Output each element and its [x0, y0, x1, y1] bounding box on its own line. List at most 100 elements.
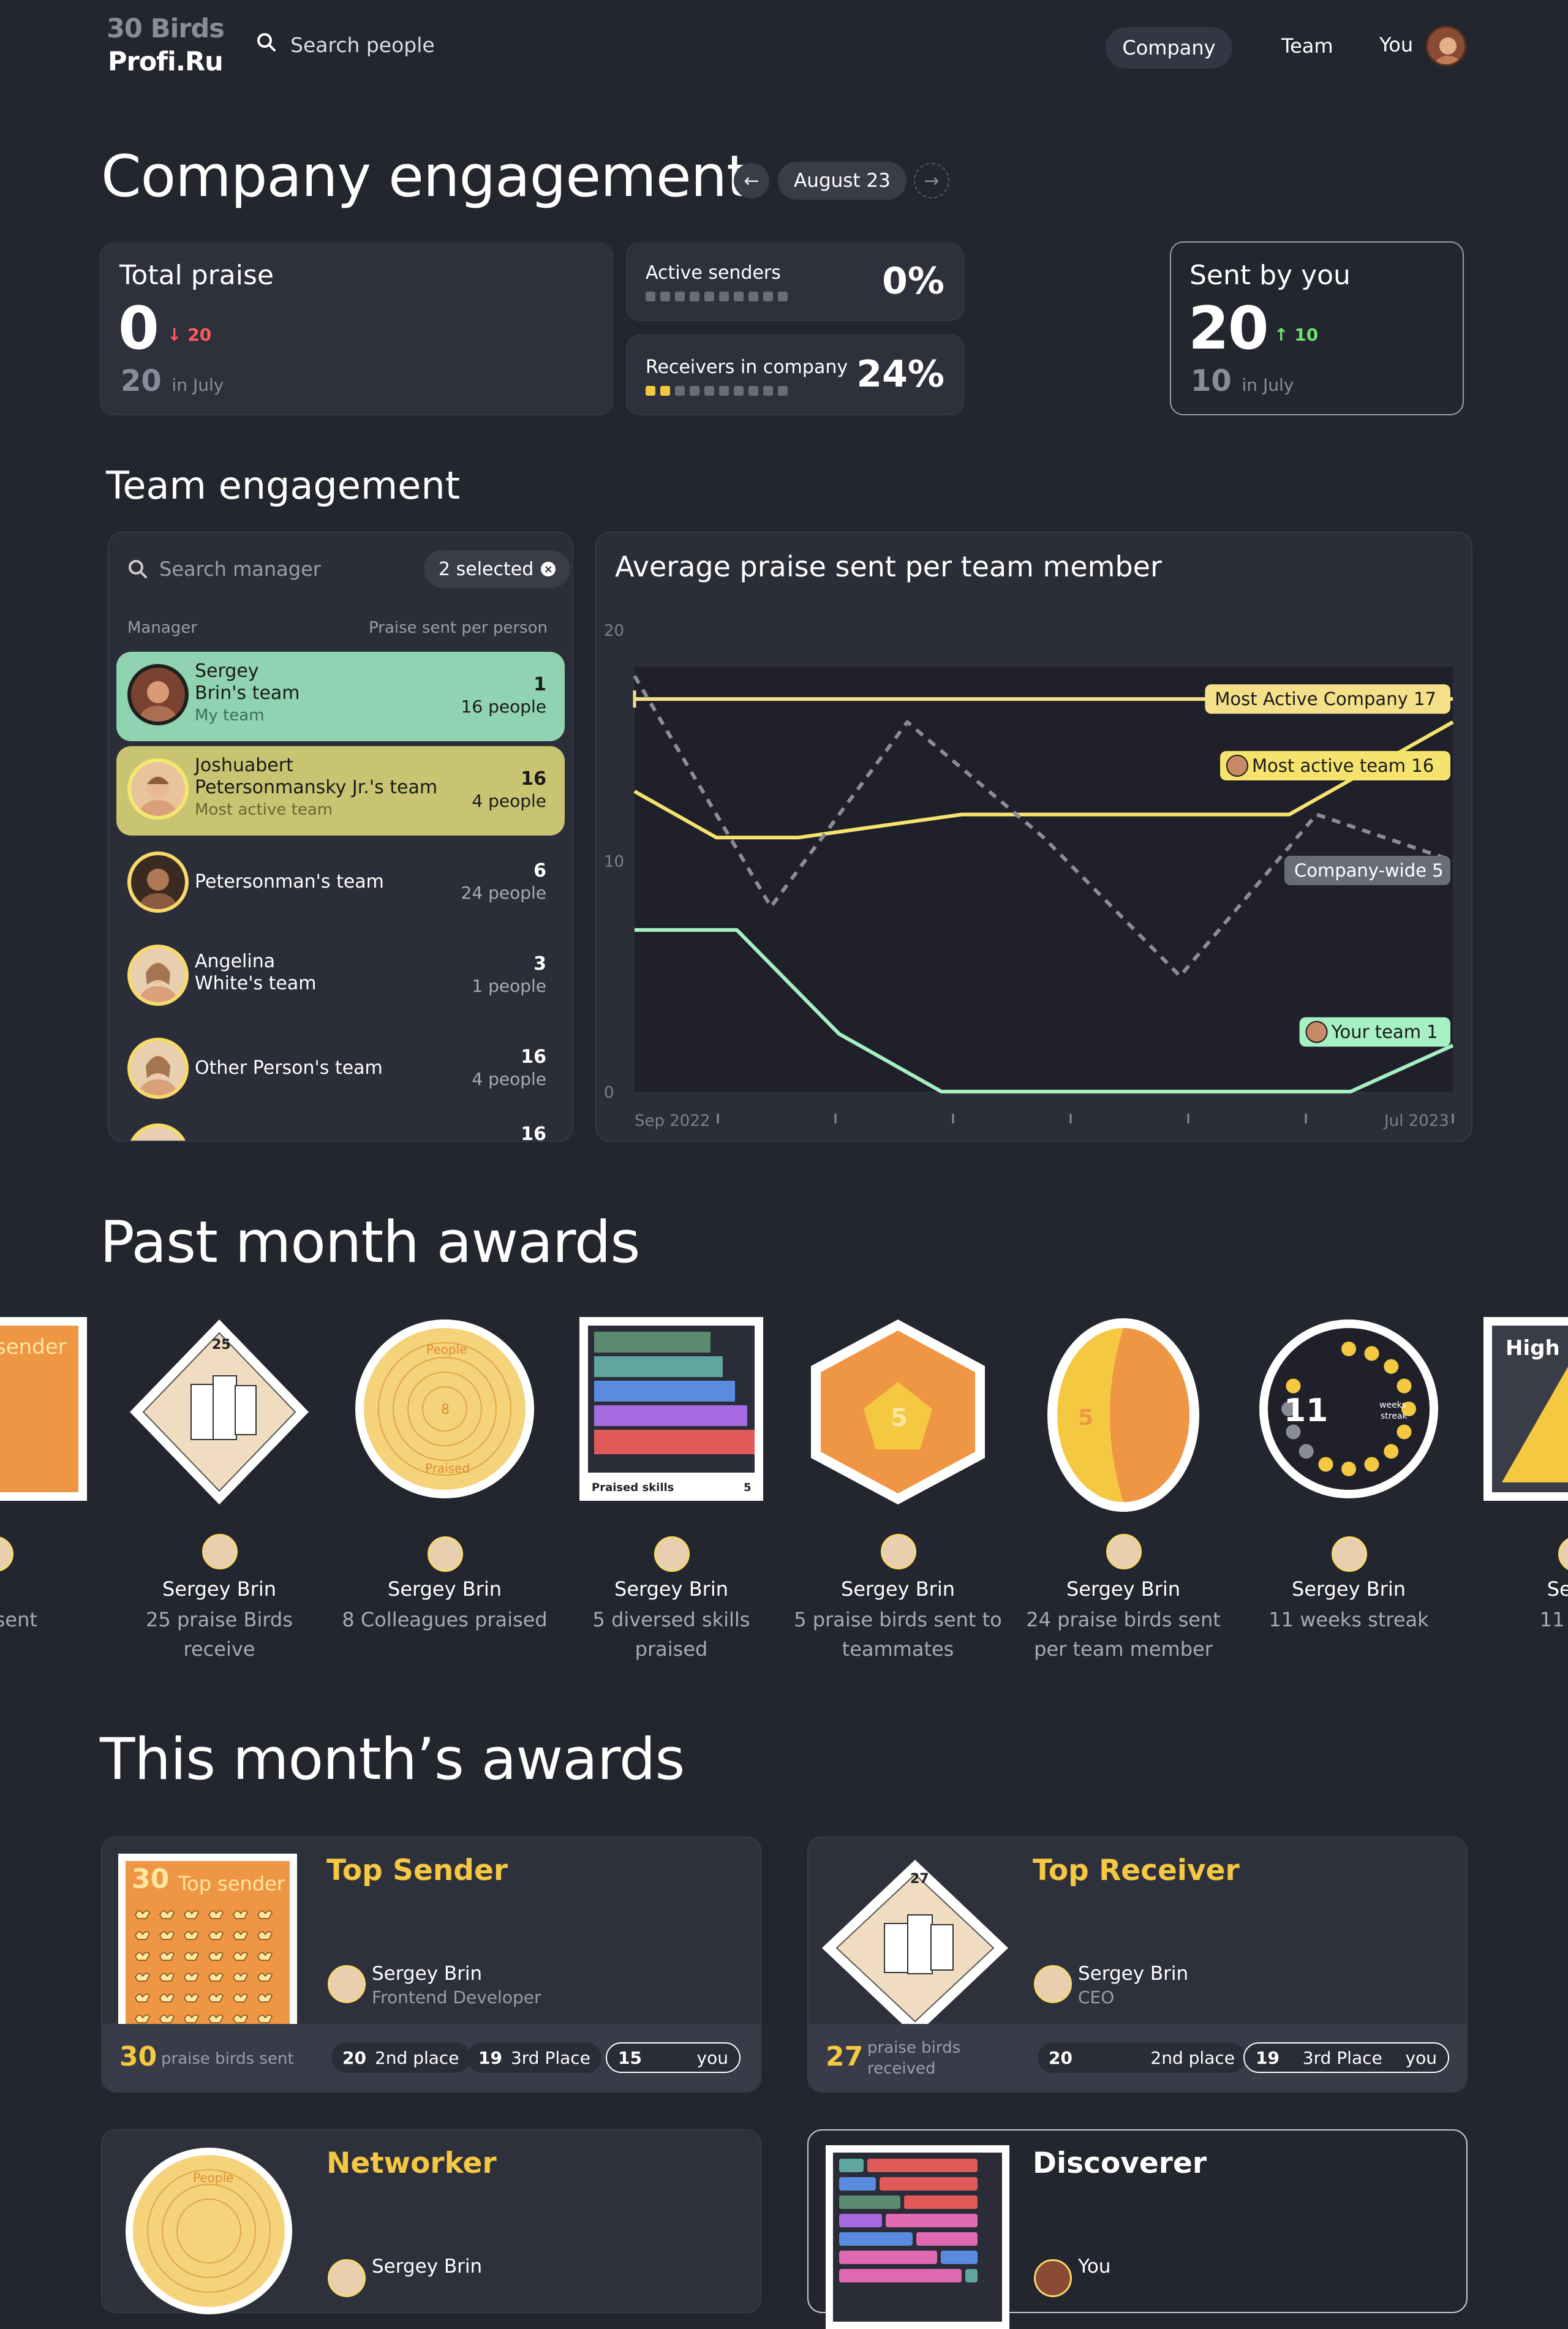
manager-row-angelina[interactable]: Angelina White's team 31 people — [116, 932, 565, 1022]
award-description: 5 praise birds sent to — [794, 1608, 1002, 1631]
manager-avatar — [127, 851, 189, 913]
past-award-oval[interactable]: 5 Sergey Brin 24 praise birds sent per team… — [1026, 1317, 1221, 1685]
winner-avatar — [1034, 2259, 1072, 2297]
bird-icon — [206, 1927, 225, 1942]
people-count: 16 people — [461, 696, 546, 717]
user-avatar[interactable] — [1426, 26, 1466, 66]
top-sender-stamp: 30 Top sender — [118, 1854, 297, 2033]
bird-icon — [206, 1969, 225, 1984]
manager-search[interactable]: Search manager — [127, 557, 321, 581]
past-award-diamond[interactable]: 25 Sergey Brin 25 praise Birds receive — [127, 1317, 311, 1685]
award-stamp: High — [1483, 1317, 1568, 1503]
award-card-top-sender[interactable]: 30 Top sender Top Sender Sergey Brin Fro… — [101, 1836, 761, 2093]
clear-selection-icon[interactable]: × — [541, 562, 556, 576]
award-stamp: Praised skills 5 — [579, 1317, 763, 1503]
award-description: 25 praise Birds — [146, 1608, 293, 1631]
manager-row-joshuabert[interactable]: Joshuabert Petersonmansky Jr.'s team Most … — [116, 746, 565, 836]
nav-you[interactable]: You — [1379, 33, 1413, 56]
past-award-orange-grid[interactable]: senderirds sent — [0, 1317, 87, 1685]
line-chart: 0 10 20 Sep 2022 Jul 2023 Most Active Company… — [604, 622, 1454, 1130]
x-tick-label: Sep 2022 — [635, 1112, 710, 1130]
manager-name-1: Other Person's team — [195, 1057, 383, 1079]
svg-text:5: 5 — [891, 1404, 908, 1432]
award-card-top-receiver[interactable]: 27 27 Top Receiver Sergey Brin CEO 27 pr… — [807, 1836, 1468, 2093]
skill-bar — [839, 2195, 996, 2209]
manager-search-input[interactable]: Search manager — [159, 557, 321, 581]
receivers-label: Receivers in company — [646, 357, 848, 378]
progress-dot — [646, 386, 655, 396]
bird-icon — [206, 1990, 225, 2004]
manager-name-1: Joshuabert — [195, 755, 293, 776]
manager-name-2: Brin's team — [195, 682, 300, 704]
manager-name-2: Petersonmansky Jr.'s team — [195, 777, 438, 798]
past-award-high[interactable]: High Serge 11 wee — [1483, 1317, 1568, 1685]
stamp-number: 30 — [132, 1863, 170, 1895]
bird-icon — [157, 1906, 176, 1921]
bird-icon — [157, 2010, 176, 2025]
month-selector[interactable]: August 23 — [778, 162, 907, 200]
bird-icon — [255, 1906, 274, 1921]
manager-row-sergey[interactable]: Sergey Brin's team My team 1 16 people — [116, 652, 565, 741]
winner-role: Frontend Developer — [372, 1987, 541, 2007]
logo-line-1: 30 Birds — [107, 13, 225, 44]
manager-row-petersonman[interactable]: Petersonman's team 6 24 people — [116, 839, 565, 929]
award-description: 11 weeks streak — [1268, 1608, 1429, 1631]
nav-team[interactable]: Team — [1281, 34, 1333, 58]
skill-bar — [839, 2232, 996, 2246]
people-search[interactable]: Search people — [256, 32, 435, 58]
progress-dot — [690, 292, 699, 301]
bird-icon — [231, 2010, 249, 2025]
manager-avatar — [127, 1123, 189, 1141]
manager-sub: Most active team — [195, 801, 333, 819]
bird-icon — [133, 1990, 151, 2004]
past-award-bars[interactable]: Praised skills 5 Sergey Brin 5 diversed ski… — [579, 1317, 763, 1685]
manager-row-clipped[interactable]: 16 — [116, 1119, 565, 1141]
award-card-networker[interactable]: People Networker Sergey Brin — [101, 2129, 761, 2314]
past-award-streak[interactable]: 11 weeks streak Sergey Brin 11 weeks streak — [1257, 1317, 1441, 1685]
y-tick-label: 10 — [604, 853, 624, 871]
award-avatar — [202, 1534, 238, 1569]
bird-icon — [157, 1990, 176, 2004]
praise-value: 16 — [521, 1046, 546, 1068]
sent-by-you-delta: ↑ 10 — [1274, 325, 1319, 345]
award-stamp: 5 — [1031, 1317, 1215, 1516]
svg-text:weeks: weeks — [1379, 1400, 1406, 1410]
past-awards-carousel[interactable]: senderirds sent 25 Sergey Brin 25 praise Bi… — [0, 1317, 1568, 1685]
award-card-discoverer[interactable]: Discoverer You — [807, 2129, 1468, 2329]
award-avatar — [654, 1536, 690, 1572]
past-award-circle[interactable]: People Praised 8 Sergey Brin 8 Colleagues pr… — [342, 1317, 548, 1685]
past-award-hexagon[interactable]: 5 Sergey Brin 5 praise birds sent to teamma… — [794, 1317, 1002, 1685]
sent-by-you-value: 20 — [1188, 294, 1269, 363]
manager-row-other[interactable]: Other Person's team 16 4 people — [116, 1025, 565, 1115]
bird-icon — [255, 1990, 274, 2004]
bird-icon — [206, 1948, 225, 1963]
selected-count: 2 selected — [439, 558, 534, 580]
next-month-button[interactable]: → — [914, 163, 949, 198]
award-description-2: teammates — [842, 1637, 954, 1661]
bird-icon — [182, 1906, 200, 1921]
prev-month-button[interactable]: ← — [734, 163, 769, 198]
active-senders-value: 0% — [882, 260, 944, 303]
bird-icon — [157, 1927, 176, 1942]
search-input[interactable]: Search people — [290, 33, 435, 57]
award-description: 5 diversed skills — [592, 1608, 750, 1631]
nav-company[interactable]: Company — [1106, 27, 1232, 69]
award-count: 27 — [826, 2041, 864, 2072]
progress-dot — [778, 386, 788, 396]
progress-dot — [748, 386, 758, 396]
y-tick-label: 20 — [604, 622, 624, 640]
award-count: 30 — [119, 2041, 157, 2072]
third-place-pill: 19 3rd Place you — [1243, 2042, 1449, 2073]
svg-text:streak: streak — [1381, 1411, 1408, 1421]
bird-icon — [157, 1948, 176, 1963]
skill-bar — [839, 2177, 996, 2191]
winner-avatar — [328, 2259, 366, 2297]
svg-text:11: 11 — [1284, 1392, 1328, 1429]
total-praise-value: 0 — [118, 294, 159, 363]
selected-filter-chip[interactable]: 2 selected × — [424, 550, 571, 588]
bird-icon — [157, 1969, 176, 1984]
award-count-label: praise birds sent — [161, 2050, 294, 2068]
column-header-manager: Manager — [127, 619, 197, 637]
bird-icon — [133, 1927, 151, 1942]
total-praise-card: Total praise 0 ↓ 20 20 in July — [100, 243, 613, 415]
